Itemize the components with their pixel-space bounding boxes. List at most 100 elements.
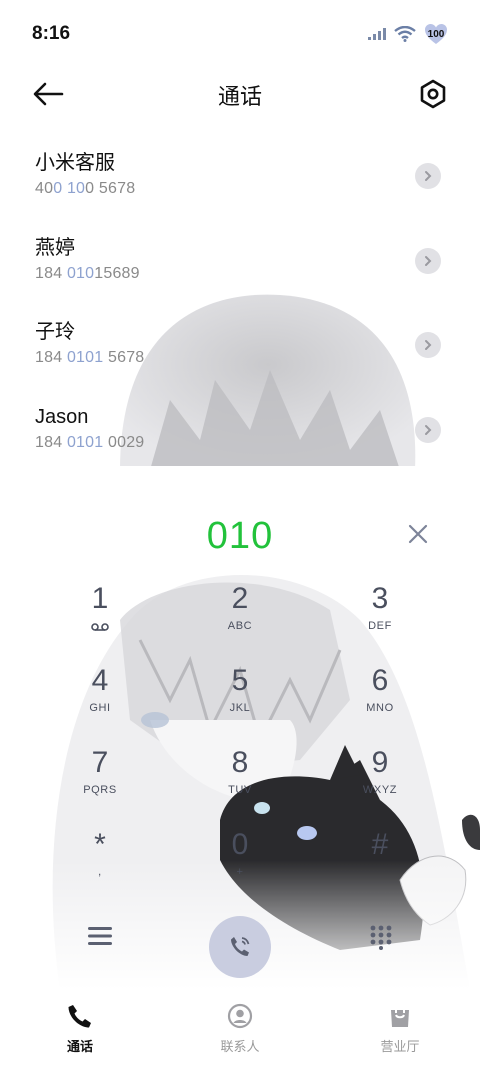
contacts-icon [226,1002,254,1030]
key-6[interactable]: 6 MNO [338,662,422,738]
key-5[interactable]: 5 JKL [198,662,282,738]
key-digit: 4 [91,664,109,697]
page-title: 通话 [217,84,262,109]
number-match-highlight: 0 10 [53,180,86,197]
battery-icon: 100 [424,23,448,45]
key-digit: # [371,828,389,861]
number-part: 15689 [94,264,140,282]
status-bar: 8:16 100 [0,0,480,68]
contact-name: 燕婷 [35,236,75,259]
close-icon [408,524,428,544]
dialer-action-row [0,906,480,978]
dialpad-icon [370,925,392,950]
key-digit: 0 [231,828,249,861]
contact-suggestion-list: 小米客服 400 100 5678 燕婷 184 01015689 子玲 184… [0,140,480,478]
menu-icon [88,927,112,945]
key-1[interactable]: 1 [58,580,142,656]
contact-details-button[interactable] [415,416,441,443]
contact-details-button[interactable] [415,332,441,358]
nav-tab-calls[interactable]: 通话 [0,990,160,1067]
key-star[interactable]: * , [58,826,142,902]
contact-details-button[interactable] [415,247,441,274]
nav-label: 联系人 [220,1039,260,1054]
status-icons: 100 [368,23,448,45]
clear-button[interactable] [406,522,430,546]
key-digit: 1 [91,582,109,615]
key-hash[interactable]: # [338,826,422,902]
number-match-highlight: 0101 [66,433,104,451]
chevron-right-icon [425,340,432,350]
key-4[interactable]: 4 GHI [58,662,142,738]
dialpad-toggle-button[interactable] [368,924,394,950]
signal-icon [368,28,386,40]
back-arrow-icon [33,82,64,106]
number-part: 0029 [103,433,145,451]
contact-name: 子玲 [35,321,75,343]
status-time: 8:16 [32,23,71,44]
key-8[interactable]: 8 TUV [198,744,282,820]
keypad-row: 1 2 ABC 3 DEF [0,580,480,662]
contact-row[interactable]: 燕婷 184 01015689 [0,225,480,310]
contact-number: 184 0101 5678 [35,349,444,367]
settings-button[interactable] [418,78,448,110]
key-digit: 8 [231,746,249,779]
key-letters: GHI [89,702,111,714]
voicemail-icon [91,623,109,631]
nav-tab-store[interactable]: 营业厅 [320,990,480,1067]
number-match-highlight: 0101 [66,349,104,366]
key-letters: JKL [229,702,251,714]
key-7[interactable]: 7 PQRS [58,744,142,820]
contact-number: 400 100 5678 [35,180,444,198]
wifi-icon [394,26,416,42]
number-part: 0 5678 [85,180,136,197]
number-part: 184 [35,349,67,366]
dial-keypad: 1 2 ABC 3 DEF 4 GHI 5 JKL 6 MNO 7 PQRS 8… [0,580,480,908]
key-9[interactable]: 9 WXYZ [338,744,422,820]
key-letters: DEF [368,620,392,632]
key-letters: PQRS [83,784,117,796]
dialed-number: 010 [206,514,274,557]
key-0[interactable]: 0 + [198,826,282,902]
contact-name: 小米客服 [35,152,115,174]
contact-number: 184 01015689 [35,265,444,283]
store-bag-icon [386,1002,414,1030]
chevron-right-icon [425,255,432,266]
contact-row[interactable]: Jason 184 0101 0029 [0,394,480,479]
keypad-row: 7 PQRS 8 TUV 9 WXYZ [0,744,480,826]
number-match-highlight: 010 [66,264,95,282]
menu-button[interactable] [86,924,114,948]
key-digit: * [94,828,106,861]
back-button[interactable] [30,78,66,110]
battery-level: 100 [427,28,445,40]
chevron-right-icon [425,424,432,435]
call-button[interactable] [209,916,271,978]
keypad-row: * , 0 + # [0,826,480,908]
dual-sim-call-icon [231,937,250,956]
key-letters: TUV [228,784,252,796]
contact-row[interactable]: 子玲 184 0101 5678 [0,309,480,394]
nav-tab-contacts[interactable]: 联系人 [160,990,320,1067]
number-part: 5678 [103,349,145,366]
nav-label: 通话 [66,1039,93,1054]
phone-icon [66,1002,94,1030]
key-letters: + [236,866,244,878]
keypad-row: 4 GHI 5 JKL 6 MNO [0,662,480,744]
number-part: 184 [35,433,67,451]
key-letters: ABC [227,620,253,632]
key-letters: , [98,866,102,878]
key-digit: 5 [231,664,249,697]
contact-number: 184 0101 0029 [35,434,444,452]
key-2[interactable]: 2 ABC [198,580,282,656]
number-part: 40 [35,180,54,197]
key-digit: 7 [91,746,109,779]
contact-row[interactable]: 小米客服 400 100 5678 [0,140,480,225]
key-3[interactable]: 3 DEF [338,580,422,656]
key-digit: 2 [231,582,249,615]
key-letters: MNO [366,702,394,714]
key-digit: 6 [371,664,389,697]
contact-details-button[interactable] [415,163,441,189]
settings-hexagon-icon [420,79,446,109]
contact-name: Jason [35,405,89,428]
chevron-right-icon [425,171,432,181]
header: 通话 [0,68,480,122]
